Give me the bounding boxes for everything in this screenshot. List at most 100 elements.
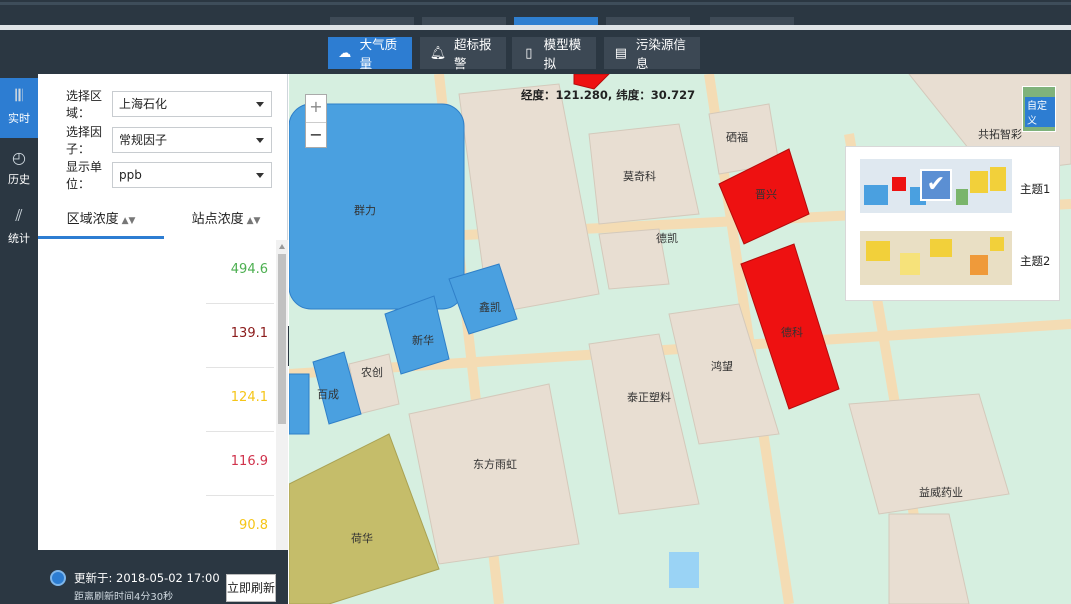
factor-row: 选择因子： [66, 125, 116, 156]
theme-2-preview [860, 231, 1012, 285]
map-view[interactable]: 经度：121.280, 纬度：30.727 + − 自定义 ✔ 主题1 主题2 … [289, 74, 1071, 604]
tab-region-concentration[interactable]: 区域浓度 ▲▼ [38, 206, 164, 238]
top-tab-2[interactable] [422, 17, 506, 25]
map-label: 莫奇科 [623, 170, 656, 183]
list-item[interactable]: 139.1 [38, 304, 274, 368]
unit-select[interactable]: ppb [112, 162, 272, 188]
map-label: 新华 [412, 334, 434, 347]
chevron-down-icon [256, 138, 264, 143]
unit-label: 显示单位： [66, 160, 103, 191]
side-panel: 选择区域： 上海石化 选择因子： 常规因子 显示单位： ppb 区域浓度 ▲▼ 站… [38, 74, 288, 604]
map-label: 荷华 [351, 532, 373, 545]
rail-label: 历史 [8, 173, 30, 186]
rail-item-statistics[interactable]: ⫽ 统计 [0, 198, 38, 258]
list-item[interactable]: 494.6 [38, 240, 274, 304]
region-row: 选择区域： [66, 89, 116, 120]
updated-time: 更新于: 2018-05-02 17:00 [74, 571, 220, 585]
map-label: 德凯 [656, 232, 678, 245]
factor-label: 选择因子： [66, 125, 103, 156]
zoom-out-button[interactable]: − [306, 122, 326, 148]
concentration-value: 494.6 [230, 262, 268, 277]
top-tab-4[interactable] [606, 17, 690, 25]
top-tab-3[interactable] [514, 17, 598, 25]
map-label: 东方雨虹 [473, 458, 517, 471]
map-label: 益威药业 [919, 486, 963, 499]
selected-check-icon: ✔ [920, 169, 952, 201]
chevron-down-icon [256, 173, 264, 178]
region-value: 上海石化 [119, 97, 168, 111]
theme-picker: ✔ 主题1 主题2 [845, 146, 1060, 301]
nav-label: 污染源信息 [635, 37, 686, 71]
region-select[interactable]: 上海石化 [112, 91, 272, 117]
nav-air-quality[interactable]: ☁ 大气质量 [328, 37, 412, 71]
tab-label: 站点浓度 [191, 212, 244, 227]
theme-2-label[interactable]: 主题2 [1020, 253, 1050, 269]
top-tab-1[interactable] [330, 17, 414, 25]
cloud-icon: ☁ [338, 45, 352, 61]
refresh-now-button[interactable]: 立即刷新 [226, 574, 276, 602]
factor-value: 常规因子 [119, 133, 168, 147]
theme-1-thumbnail[interactable]: ✔ [860, 159, 1012, 213]
map-label: 鑫凯 [479, 301, 501, 314]
update-footer: 更新于: 2018-05-02 17:00 距离刷新时间4分30秒 立即刷新 [38, 550, 288, 604]
nav-label: 超标报警 [454, 37, 492, 71]
concentration-list: 494.6 139.1 124.1 116.9 90.8 [38, 240, 276, 550]
sort-icon[interactable]: ▲▼ [247, 216, 261, 226]
chevron-down-icon [256, 102, 264, 107]
theme-toggle-button[interactable]: 自定义 [1022, 86, 1056, 132]
nav-label: 大气质量 [359, 37, 398, 71]
concentration-tabs: 区域浓度 ▲▼ 站点浓度 ▲▼ [38, 206, 288, 239]
building-olive [289, 433, 440, 604]
map-label: 德科 [781, 326, 803, 339]
nav-alarm[interactable]: 🔔︎ 超标报警 [420, 37, 506, 71]
water [669, 552, 699, 588]
zoom-control: + − [305, 94, 327, 148]
top-tab-5[interactable] [710, 17, 794, 25]
map-label: 晋兴 [755, 188, 777, 201]
map-icon: ▯ [525, 45, 533, 61]
map-label: 鸿望 [711, 360, 733, 373]
zoom-in-button[interactable]: + [306, 95, 326, 121]
scroll-thumb[interactable] [278, 254, 286, 424]
rail-item-realtime[interactable]: 𝄃𝄃 实时 [0, 78, 38, 138]
sort-icon[interactable]: ▲▼ [122, 216, 136, 226]
rail-label: 统计 [8, 232, 30, 245]
left-rail: 𝄃𝄃 实时 ◴ 历史 ⫽ 统计 [0, 74, 38, 604]
factor-select[interactable]: 常规因子 [112, 127, 272, 153]
rail-item-history[interactable]: ◴ 历史 [0, 140, 38, 200]
top-header [0, 0, 1071, 30]
concentration-value: 124.1 [230, 390, 268, 405]
list-item[interactable]: 124.1 [38, 368, 274, 432]
nav-pollution-source[interactable]: ▤ 污染源信息 [604, 37, 700, 71]
region-label: 选择区域： [66, 89, 103, 120]
chart-icon: ⫽ [15, 206, 23, 225]
list-item[interactable]: 90.8 [38, 496, 274, 550]
theme-2-thumbnail[interactable] [860, 231, 1012, 285]
theme-1-label[interactable]: 主题1 [1020, 181, 1050, 197]
unit-value: ppb [119, 168, 142, 182]
scroll-up-icon[interactable] [279, 244, 285, 249]
list-scrollbar[interactable] [276, 240, 288, 566]
theme-toggle-label: 自定义 [1025, 97, 1055, 127]
concentration-value: 116.9 [230, 454, 268, 469]
tab-label: 区域浓度 [66, 212, 119, 227]
map-label: 共拓智彩 [978, 128, 1022, 141]
map-label: 农创 [361, 366, 383, 379]
map-label: 硒福 [726, 131, 748, 144]
unit-row: 显示单位： [66, 160, 116, 191]
map-coordinates: 经度：121.280, 纬度：30.727 [521, 88, 696, 102]
active-tab-indicator [38, 236, 164, 239]
bell-icon: 🔔︎ [429, 45, 447, 61]
clipboard-icon: ▤ [614, 45, 628, 61]
nav-label: 模型模拟 [543, 37, 582, 71]
map-label: 百成 [317, 388, 339, 401]
tab-station-concentration[interactable]: 站点浓度 ▲▼ [164, 206, 288, 238]
globe-icon [50, 570, 66, 586]
next-refresh-countdown: 距离刷新时间4分30秒 [74, 592, 174, 600]
nav-model[interactable]: ▯ 模型模拟 [512, 37, 596, 71]
rail-label: 实时 [8, 112, 30, 125]
list-item[interactable]: 116.9 [38, 432, 274, 496]
map-label: 泰正塑料 [627, 391, 671, 404]
waveform-icon: 𝄃𝄃 [15, 86, 23, 105]
map-label: 群力 [354, 204, 376, 217]
